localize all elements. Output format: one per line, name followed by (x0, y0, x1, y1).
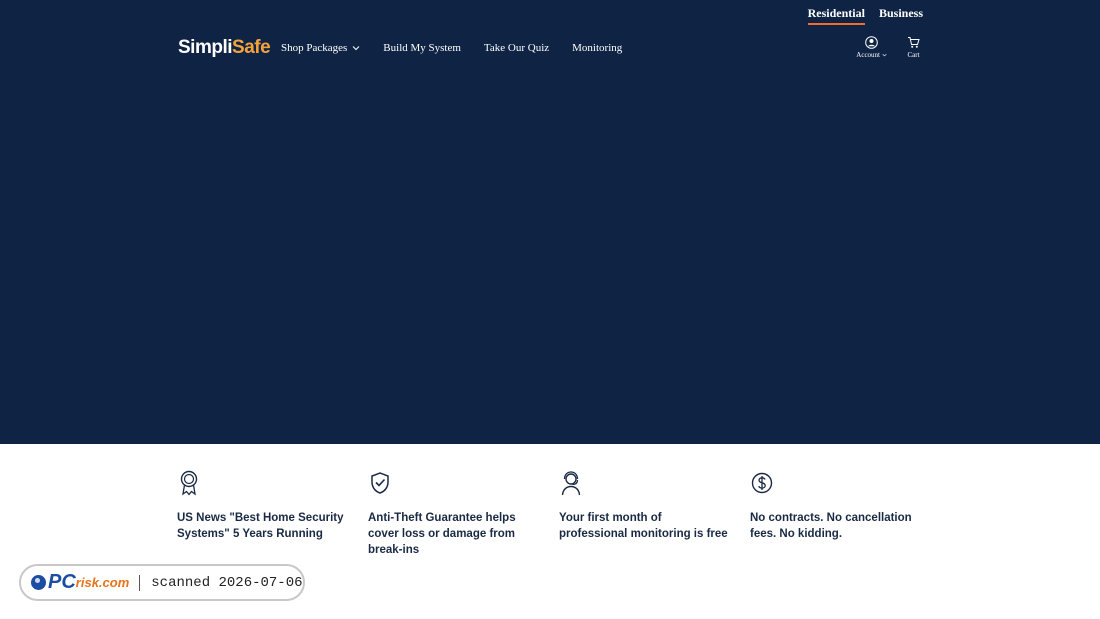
dollar-circle-icon (751, 472, 773, 494)
nav-item-build-my-system[interactable]: Build My System (383, 42, 461, 54)
feature-text: No contracts. No cancellation fees. No k… (750, 512, 912, 540)
shield-check-icon (371, 472, 389, 494)
logo-part-safe: Safe (232, 37, 271, 58)
feature-guarantee: Anti-Theft Guarantee helps cover loss or… (368, 470, 559, 558)
cart-label: Cart (907, 51, 920, 59)
feature-strip: US News "Best Home Security Systems" 5 Y… (177, 470, 940, 558)
account-label: Account (856, 51, 880, 59)
scan-date-text: scanned 2026-07-06 (151, 574, 303, 591)
cart-icon (908, 37, 920, 48)
nav-item-label: Take Our Quiz (483, 42, 550, 54)
cart-button[interactable]: Cart (907, 36, 920, 59)
utility-nav: Residential Business (807, 6, 923, 25)
feature-text: Anti-Theft Guarantee helps cover loss or… (368, 512, 516, 556)
feature-text: US News "Best Home Security Systems" 5 Y… (177, 512, 344, 540)
chevron-down-icon (352, 46, 360, 51)
award-ribbon-icon (180, 470, 198, 496)
user-tools: Account Cart (856, 36, 920, 59)
utility-link-residential[interactable]: Residential (807, 6, 865, 25)
user-circle-icon (865, 36, 878, 49)
nav-item-take-our-quiz[interactable]: Take Our Quiz (484, 42, 549, 54)
logo-part-simpli: Simpli (178, 37, 233, 58)
account-button[interactable]: Account (856, 36, 887, 59)
pcrisk-logo: PC risk.com (31, 571, 129, 594)
feature-award: US News "Best Home Security Systems" 5 Y… (177, 470, 368, 558)
feature-no-contracts: No contracts. No cancellation fees. No k… (750, 470, 940, 558)
pcrisk-brand-a: PC (48, 571, 76, 593)
support-agent-icon (561, 471, 581, 496)
feature-text: Your first month of professional monitor… (559, 512, 728, 540)
nav-item-shop-packages[interactable]: Shop Packages (281, 42, 360, 54)
nav-item-label: Monitoring (572, 42, 623, 54)
simplisafe-logo[interactable]: SimpliSafe (178, 37, 271, 59)
hero-banner: Residential Business SimpliSafe Shop Pac… (0, 0, 1100, 444)
nav-item-label: Build My System (383, 42, 461, 54)
nav-item-monitoring[interactable]: Monitoring (572, 42, 622, 54)
watermark-divider (139, 574, 141, 591)
main-nav: Shop Packages Build My System Take Our Q… (281, 42, 645, 54)
pcrisk-watermark: PC risk.com scanned 2026-07-06 (19, 564, 305, 601)
nav-item-label: Shop Packages (281, 42, 348, 54)
pcrisk-brand-b: risk.com (75, 575, 130, 590)
utility-link-business[interactable]: Business (879, 6, 923, 25)
magnifier-icon (31, 575, 46, 590)
chevron-down-icon (882, 53, 887, 57)
feature-monitoring: Your first month of professional monitor… (559, 470, 750, 558)
